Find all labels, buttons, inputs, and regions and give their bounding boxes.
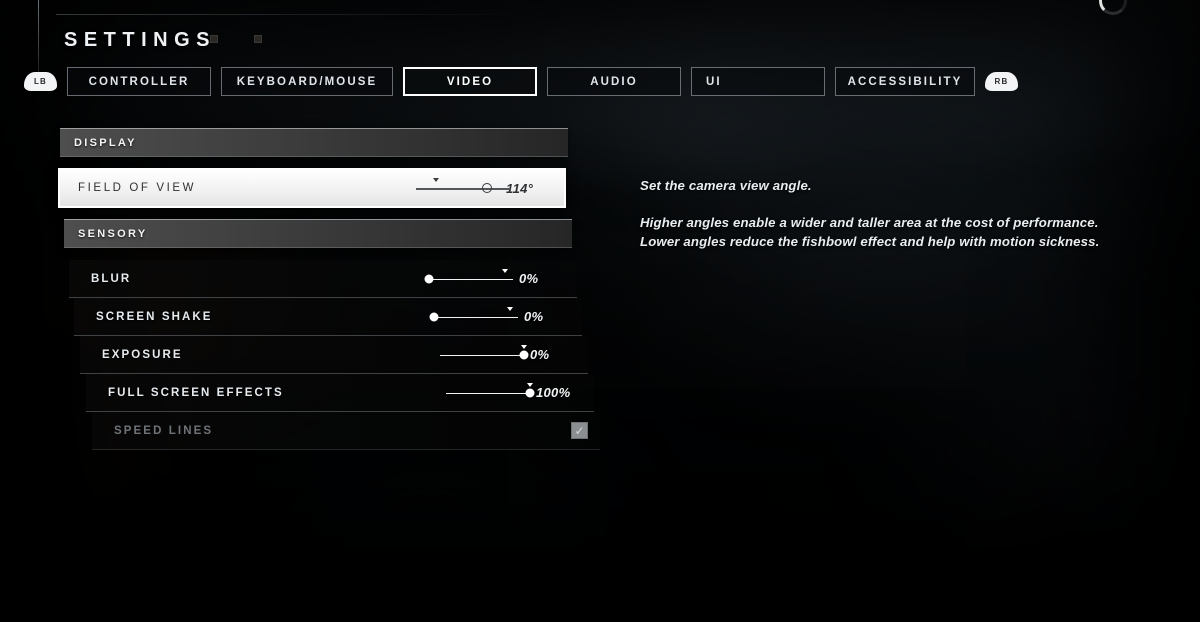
slider-track-blur [429, 278, 513, 281]
row-blur-wrap: BLUR 0% [69, 260, 577, 298]
section-display: DISPLAY [60, 128, 568, 157]
setting-label-speed-lines: SPEED LINES [114, 424, 214, 437]
game-settings-screen: SETTINGS LB CONTROLLER KEYBOARD/MOUSE VI… [0, 0, 1200, 622]
slider-full-screen-effects[interactable] [446, 381, 535, 405]
right-bumper-icon[interactable]: RB [985, 72, 1018, 91]
row-screen-shake-wrap: SCREEN SHAKE 0% [74, 298, 582, 336]
slider-exposure[interactable] [440, 343, 529, 367]
header-accent-line-horizontal [56, 14, 526, 15]
setting-value-exposure: 0% [530, 347, 550, 362]
slider-default-marker-full-screen-effects [527, 382, 533, 387]
tab-controller-label: CONTROLLER [88, 75, 190, 88]
setting-row-speed-lines: SPEED LINES ✓ [92, 412, 600, 450]
setting-row-screen-shake[interactable]: SCREEN SHAKE 0% [74, 298, 582, 336]
slider-knob-exposure[interactable] [519, 350, 529, 359]
title-dot-1 [210, 35, 218, 43]
tab-audio[interactable]: AUDIO [547, 67, 681, 96]
tab-video[interactable]: VIDEO [403, 67, 537, 96]
section-sensory: SENSORY [64, 219, 572, 248]
slider-blur[interactable] [424, 267, 513, 291]
setting-label-screen-shake: SCREEN SHAKE [96, 310, 213, 323]
page-title: SETTINGS [64, 29, 217, 51]
section-header-sensory-label: SENSORY [78, 227, 148, 240]
tab-video-label: VIDEO [446, 75, 494, 88]
setting-row-field-of-view[interactable]: FIELD OF VIEW 114° [58, 168, 566, 208]
section-header-display-label: DISPLAY [74, 136, 137, 149]
section-header-sensory: SENSORY [64, 219, 572, 248]
row-full-screen-effects-wrap: FULL SCREEN EFFECTS 100% [86, 374, 594, 412]
tab-controller[interactable]: CONTROLLER [67, 67, 211, 96]
description-line-2: Higher angles enable a wider and taller … [640, 215, 1099, 230]
left-bumper-icon[interactable]: LB [24, 72, 57, 91]
tab-accessibility-label: ACCESSIBILITY [847, 75, 963, 88]
setting-value-field-of-view: 114° [506, 180, 534, 196]
slider-track-full-screen-effects [446, 392, 530, 395]
tab-keyboard-mouse-label: KEYBOARD/MOUSE [236, 75, 378, 88]
setting-value-full-screen-effects: 100% [536, 385, 571, 400]
title-dots [210, 35, 262, 43]
setting-row-blur[interactable]: BLUR 0% [69, 260, 577, 298]
tab-audio-label: AUDIO [590, 75, 638, 88]
setting-description-panel: Set the camera view angle. Higher angles… [640, 176, 1140, 251]
slider-default-marker-screen-shake [506, 306, 513, 311]
row-field-of-view-wrap: FIELD OF VIEW 114° [58, 168, 566, 208]
setting-row-exposure[interactable]: EXPOSURE 0% [80, 336, 588, 374]
setting-value-screen-shake: 0% [524, 309, 544, 324]
slider-screen-shake[interactable] [429, 305, 518, 329]
setting-label-full-screen-effects: FULL SCREEN EFFECTS [108, 386, 284, 399]
setting-value-blur: 0% [519, 271, 539, 286]
checkbox-speed-lines: ✓ [571, 422, 588, 439]
slider-tail-field-of-view [500, 188, 509, 190]
tab-ui-label: UI [706, 75, 722, 88]
slider-knob-full-screen-effects[interactable] [525, 388, 535, 397]
setting-label-exposure: EXPOSURE [102, 348, 183, 361]
slider-track-screen-shake [434, 316, 518, 319]
slider-knob-field-of-view[interactable] [481, 183, 492, 193]
setting-label-blur: BLUR [91, 272, 132, 285]
tab-keyboard-mouse[interactable]: KEYBOARD/MOUSE [221, 67, 393, 96]
slider-default-marker-field-of-view [433, 178, 440, 182]
slider-track-exposure [440, 354, 524, 357]
description-line-1: Set the camera view angle. [640, 178, 812, 193]
section-header-display: DISPLAY [60, 128, 568, 157]
row-speed-lines-wrap: SPEED LINES ✓ [92, 412, 600, 450]
description-line-3: Lower angles reduce the fishbowl effect … [640, 234, 1100, 249]
tab-ui[interactable]: UI [691, 67, 825, 96]
settings-tab-bar: LB CONTROLLER KEYBOARD/MOUSE VIDEO AUDIO… [24, 67, 1018, 96]
settings-list: DISPLAY FIELD OF VIEW 114° SENSORY BLUR … [56, 128, 600, 450]
row-exposure-wrap: EXPOSURE 0% [80, 336, 588, 374]
setting-row-full-screen-effects[interactable]: FULL SCREEN EFFECTS 100% [86, 374, 594, 412]
slider-default-marker-exposure [521, 344, 527, 349]
setting-label-field-of-view: FIELD OF VIEW [78, 182, 197, 194]
slider-field-of-view[interactable] [416, 176, 509, 200]
slider-default-marker-blur [501, 268, 508, 273]
title-dot-2 [254, 35, 262, 43]
tab-accessibility[interactable]: ACCESSIBILITY [835, 67, 975, 96]
slider-knob-screen-shake[interactable] [429, 312, 439, 321]
slider-knob-blur[interactable] [424, 274, 434, 283]
